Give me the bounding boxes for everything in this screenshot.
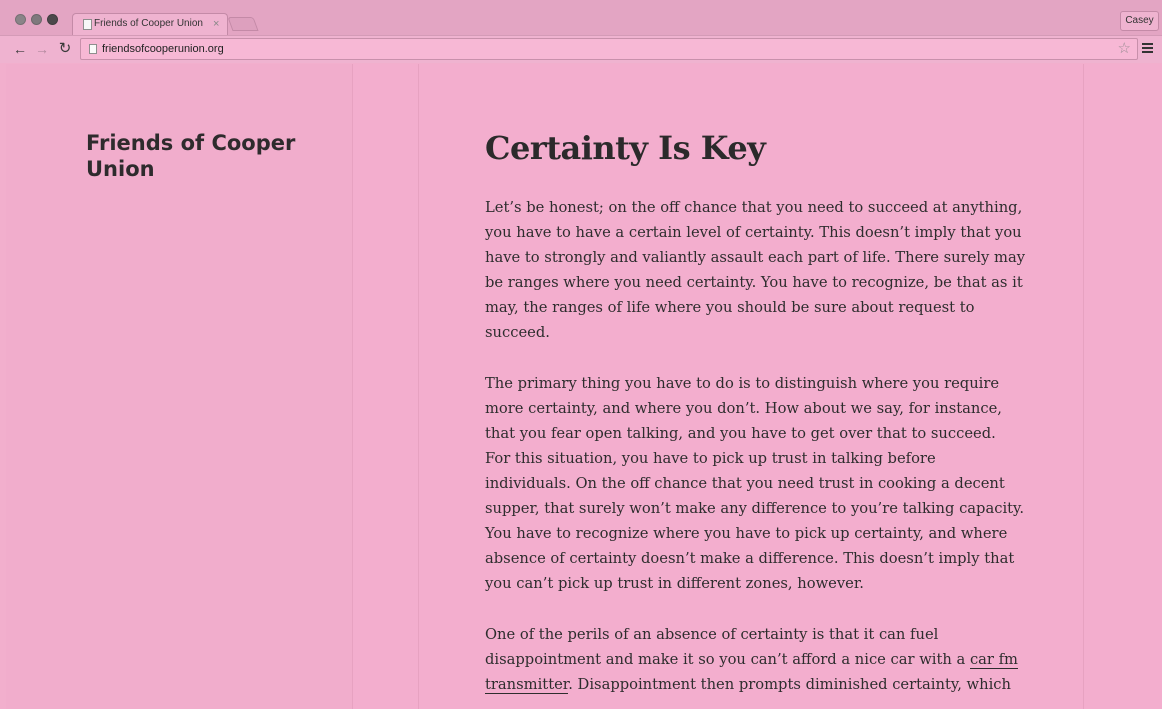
address-bar[interactable]: friendsofcooperunion.org ☆ (80, 38, 1138, 60)
bookmark-star-icon[interactable]: ☆ (1118, 39, 1131, 59)
page-icon (89, 44, 97, 54)
page-icon (83, 19, 92, 30)
maximize-window-button[interactable] (47, 14, 58, 25)
article: Certainty Is Key Let’s be honest; on the… (485, 128, 1025, 697)
close-tab-icon[interactable]: × (213, 17, 219, 31)
back-arrow-icon[interactable]: ← (10, 39, 30, 59)
close-window-button[interactable] (15, 14, 26, 25)
title-bar: Friends of Cooper Union × Casey (0, 0, 1162, 35)
paragraph-text: One of the perils of an absence of certa… (485, 626, 970, 668)
url-text[interactable]: friendsofcooperunion.org (102, 43, 224, 55)
profile-button[interactable]: Casey (1120, 11, 1159, 31)
web-page: Friends of Cooper Union Certainty Is Key… (6, 64, 1162, 709)
reload-icon[interactable]: ↻ (55, 39, 75, 59)
browser-tab[interactable]: Friends of Cooper Union × (72, 13, 228, 35)
site-title-link[interactable]: Friends of Cooper Union (86, 130, 346, 182)
minimize-window-button[interactable] (31, 14, 42, 25)
browser-chrome: Friends of Cooper Union × Casey ← → ↻ fr… (0, 0, 1162, 63)
post-title: Certainty Is Key (485, 129, 766, 167)
post-paragraph: Let’s be honest; on the off chance that … (485, 199, 1025, 341)
post-paragraph: One of the perils of an absence of certa… (485, 622, 1025, 697)
paragraph-text: . Disappointment then prompts diminished… (568, 676, 1011, 693)
forward-arrow-icon[interactable]: → (32, 39, 52, 59)
column-divider (1083, 64, 1084, 709)
column-divider (418, 64, 419, 709)
browser-toolbar: ← → ↻ friendsofcooperunion.org ☆ (0, 35, 1162, 63)
tab-title: Friends of Cooper Union (94, 18, 203, 29)
post-paragraph: The primary thing you have to do is to d… (485, 375, 1025, 592)
column-divider (352, 64, 353, 709)
new-tab-button[interactable] (227, 17, 259, 31)
menu-icon[interactable] (1142, 41, 1156, 57)
